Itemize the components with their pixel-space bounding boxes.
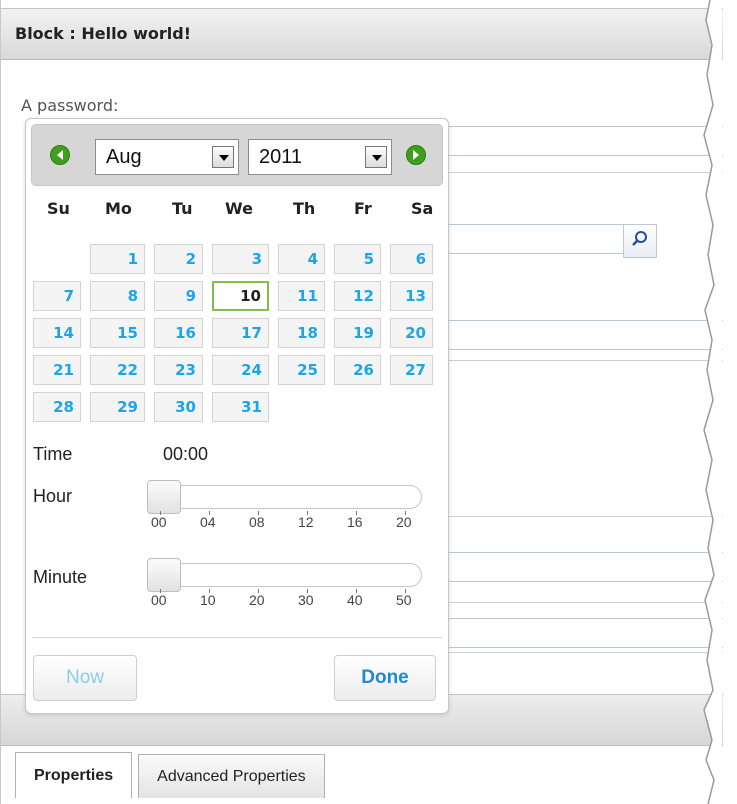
calendar-day[interactable]: 19 — [334, 318, 381, 348]
calendar-day[interactable]: 31 — [212, 392, 269, 422]
scale-tick — [405, 511, 406, 515]
calendar-day[interactable]: 12 — [334, 281, 381, 311]
calendar-day[interactable]: 22 — [90, 355, 145, 385]
calendar-day[interactable]: 13 — [390, 281, 433, 311]
text-input-4[interactable] — [441, 552, 723, 582]
calendar-day[interactable]: 8 — [90, 281, 145, 311]
scale-tick — [356, 589, 357, 593]
calendar-grid: 1 2 3 4 5 6 7 8 9 10 11 12 13 14 15 16 17 18 19 20 21 22 23 24 2… — [26, 119, 450, 715]
hour-label: Hour — [33, 486, 73, 506]
field-divider — [441, 602, 723, 603]
scale-tick-label: 04 — [200, 514, 216, 530]
scale-tick — [258, 589, 259, 593]
calendar-day[interactable]: 14 — [33, 318, 81, 348]
calendar-day[interactable]: 15 — [90, 318, 145, 348]
calendar-day[interactable]: 7 — [33, 281, 81, 311]
time-value: 00:00 — [163, 444, 209, 464]
scale-tick-label: 30 — [298, 592, 314, 608]
field-divider — [441, 172, 723, 173]
calendar-day[interactable]: 11 — [278, 281, 325, 311]
scale-tick-label: 50 — [396, 592, 412, 608]
password-input[interactable] — [441, 126, 723, 156]
password-label: A password: — [21, 96, 119, 115]
calendar-day[interactable]: 17 — [212, 318, 269, 348]
hour-slider-handle[interactable] — [147, 480, 181, 514]
field-divider — [441, 652, 723, 653]
panel-title: Block : Hello world! — [15, 24, 192, 43]
calendar-day[interactable]: 5 — [334, 244, 381, 274]
scale-tick — [307, 589, 308, 593]
scale-tick-label: 10 — [200, 592, 216, 608]
scale-tick-label: 12 — [298, 514, 314, 530]
text-input-3[interactable] — [441, 320, 723, 350]
field-divider — [441, 516, 723, 517]
tab-bar: Properties Advanced Properties — [15, 752, 331, 798]
calendar-day[interactable]: 29 — [90, 392, 145, 422]
panel-header: Block : Hello world! — [1, 8, 723, 60]
torn-edge — [703, 0, 722, 804]
scale-tick — [307, 511, 308, 515]
calendar-day[interactable]: 26 — [334, 355, 381, 385]
scale-tick — [405, 589, 406, 593]
datepicker-popup: Aug 2011 Su Mo Tu We Th Fr Sa 1234567891… — [25, 118, 449, 714]
scale-tick-label: 16 — [347, 514, 363, 530]
calendar-day[interactable]: 1 — [90, 244, 145, 274]
calendar-day[interactable]: 28 — [33, 392, 81, 422]
minute-slider-handle[interactable] — [147, 558, 181, 592]
done-button[interactable]: Done — [334, 655, 436, 701]
minute-slider[interactable] — [147, 558, 422, 592]
calendar-day[interactable]: 9 — [154, 281, 203, 311]
text-input-5[interactable] — [441, 618, 723, 648]
scale-tick-label: 40 — [347, 592, 363, 608]
tab-properties[interactable]: Properties — [15, 752, 133, 798]
calendar-day[interactable]: 24 — [212, 355, 269, 385]
calendar-day[interactable]: 2 — [154, 244, 203, 274]
scale-tick-label: 00 — [151, 592, 167, 608]
scale-tick — [160, 589, 161, 593]
search-icon — [631, 230, 649, 253]
scale-tick — [356, 511, 357, 515]
scale-tick — [209, 511, 210, 515]
calendar-day-today[interactable]: 10 — [212, 281, 269, 311]
calendar-day[interactable]: 18 — [278, 318, 325, 348]
scale-tick-label: 20 — [396, 514, 412, 530]
calendar-day[interactable]: 25 — [278, 355, 325, 385]
scale-tick — [258, 511, 259, 515]
tab-advanced-properties[interactable]: Advanced Properties — [138, 754, 325, 798]
scale-tick-label: 08 — [249, 514, 265, 530]
calendar-day[interactable]: 4 — [278, 244, 325, 274]
minute-label: Minute — [33, 567, 88, 587]
calendar-day[interactable]: 3 — [212, 244, 269, 274]
scale-tick-label: 00 — [151, 514, 167, 530]
scale-tick-label: 20 — [249, 592, 265, 608]
now-button[interactable]: Now — [33, 655, 137, 701]
scale-tick — [160, 511, 161, 515]
scale-tick — [209, 589, 210, 593]
calendar-day[interactable]: 6 — [390, 244, 433, 274]
lookup-input[interactable] — [441, 224, 624, 254]
calendar-day[interactable]: 27 — [390, 355, 433, 385]
field-divider — [441, 360, 723, 361]
calendar-day[interactable]: 20 — [390, 318, 433, 348]
time-label: Time — [33, 444, 73, 464]
calendar-day[interactable]: 21 — [33, 355, 81, 385]
calendar-day[interactable]: 30 — [154, 392, 203, 422]
button-pane-divider — [32, 637, 442, 638]
search-button[interactable] — [623, 224, 657, 258]
calendar-day[interactable]: 23 — [154, 355, 203, 385]
hour-slider[interactable] — [147, 480, 422, 514]
calendar-day[interactable]: 16 — [154, 318, 203, 348]
